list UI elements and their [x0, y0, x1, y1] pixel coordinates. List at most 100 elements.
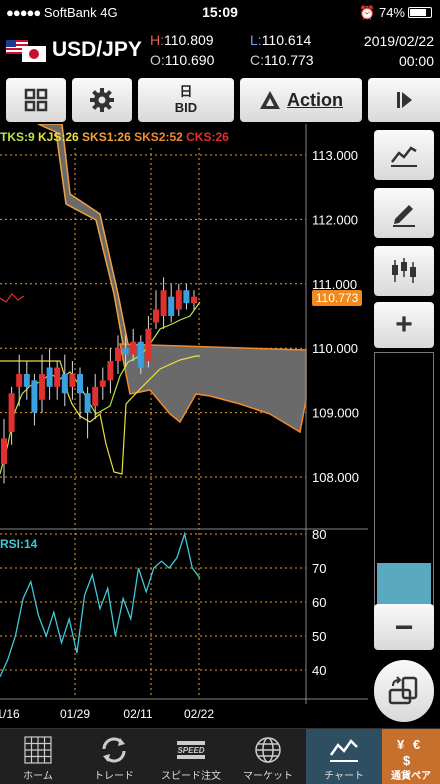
candle-body [16, 373, 23, 387]
candle-body [54, 367, 61, 387]
svg-text:$: $ [403, 753, 411, 768]
date-tick-label: 01/29 [60, 707, 90, 721]
legend-cks: CKS:26 [186, 130, 229, 144]
zoom-in-button[interactable]: + [374, 302, 434, 348]
rsi-tick-label: 40 [312, 663, 326, 678]
price-tick-label: 110.000 [312, 341, 358, 356]
date-tick-label: 1/16 [0, 707, 20, 721]
candle-body [99, 380, 106, 387]
candle-body [175, 290, 182, 310]
svg-text:¥: ¥ [397, 737, 405, 752]
chart-type-button[interactable] [374, 246, 434, 296]
line-chart-icon [391, 146, 417, 167]
candle-body [84, 393, 91, 413]
candle-body [191, 296, 197, 304]
status-bar: ●●●●● SoftBank 4G 15:09 ⏰ 74% [0, 0, 440, 24]
rsi-label: RSI:14 [0, 537, 38, 551]
speed-icon: SPEED [177, 741, 205, 759]
candle-body [168, 296, 175, 316]
chikou-line [0, 293, 25, 303]
candle-body [107, 361, 114, 381]
candle-body [130, 341, 137, 355]
nav-market[interactable]: マーケット [230, 729, 306, 784]
currency-pair[interactable]: USD/JPY [52, 38, 142, 62]
nav-speed-order[interactable]: SPEED スピード注文 [152, 729, 230, 784]
rsi-tick-label: 80 [312, 527, 326, 542]
chart-toolbar: 日 BID Action [0, 76, 440, 124]
usd-jpy-flag-icon [6, 40, 46, 62]
play-button[interactable] [368, 78, 440, 122]
price-tick-label: 113.000 [312, 148, 358, 163]
nav-currency-pair[interactable]: ¥ € $ 通貨ペア [382, 729, 440, 784]
indicator-button[interactable] [374, 130, 434, 180]
low-value: L:110.614 [250, 32, 312, 48]
globe-icon [255, 737, 281, 763]
quote-header: USD/JPY H:110.809 L:110.614 O:110.690 C:… [0, 24, 440, 74]
legend-sks1: SKS1:26 [82, 130, 131, 144]
pencil-icon [393, 205, 415, 227]
candle-body [31, 380, 38, 413]
candle-body [122, 348, 129, 355]
zoom-slider-thumb[interactable] [377, 563, 431, 607]
rotate-device-icon [388, 676, 418, 705]
candle-body [1, 438, 7, 465]
plus-icon: + [395, 308, 413, 341]
gear-icon [90, 88, 114, 112]
candle-body [8, 393, 15, 432]
minus-icon: − [394, 608, 414, 645]
high-value: H:110.809 [150, 32, 214, 48]
price-tick-label: 112.000 [312, 212, 358, 227]
action-button[interactable]: Action [240, 78, 362, 122]
bottom-navigation: ホーム トレード SPEED スピード注文 マーケット チャート ¥ € $ 通… [0, 728, 440, 784]
battery-icon [408, 7, 432, 18]
nav-home[interactable]: ホーム [0, 729, 76, 784]
rsi-tick-label: 70 [312, 561, 326, 576]
settings-button[interactable] [72, 78, 132, 122]
rotate-screen-button[interactable] [374, 660, 434, 722]
candles-icon [392, 258, 416, 283]
legend-kjs: KJS:26 [38, 130, 79, 144]
currency-pair-icon: ¥ € $ [397, 737, 420, 768]
candle-body [46, 367, 53, 387]
candle-body [145, 328, 152, 362]
candle-body [115, 348, 121, 362]
open-value: O:110.690 [150, 52, 215, 68]
skip-forward-icon [397, 92, 412, 108]
date-tick-label: 02/22 [184, 707, 214, 721]
draw-tool-button[interactable] [374, 188, 434, 238]
candle-body [61, 373, 68, 394]
zoom-slider[interactable] [374, 352, 434, 622]
price-tick-label: 109.000 [312, 406, 359, 421]
date-tick-label: 02/11 [123, 707, 152, 721]
nav-trade[interactable]: トレード [76, 729, 152, 784]
layout-button[interactable] [6, 78, 66, 122]
candle-body [160, 290, 167, 316]
trade-arrows-icon [102, 737, 126, 763]
candlestick-chart[interactable]: 113.000112.000111.000110.000109.000108.0… [0, 123, 368, 728]
legend-sks2: SKS2:52 [134, 130, 183, 144]
candle-body [69, 373, 76, 387]
candle-body [92, 386, 99, 407]
zoom-out-button[interactable]: − [374, 604, 434, 650]
bid-label: BID [174, 100, 198, 115]
price-tick-label: 108.000 [312, 470, 359, 485]
legend-tks: TKS:9 [0, 130, 35, 144]
action-triangle-icon [260, 91, 280, 109]
candle-body [183, 290, 190, 304]
chart-area[interactable]: 113.000 112.000 111.000 110.000 109.000 108.0… [0, 123, 368, 728]
svg-text:€: € [413, 737, 420, 752]
nav-chart[interactable]: チャート [306, 729, 382, 784]
indicator-legend: TKS:9 KJS:26 SKS1:26 SKS2:52 CKS:26 [0, 130, 229, 144]
grid-icon [24, 88, 48, 112]
rsi-tick-label: 60 [312, 595, 326, 610]
candle-body [137, 341, 144, 368]
close-value: C:110.773 [250, 52, 314, 68]
svg-text:SPEED: SPEED [177, 746, 204, 755]
chart-side-panel: + − [368, 124, 440, 728]
candle-body [77, 373, 83, 394]
rsi-line [0, 531, 201, 678]
timeframe-bid-button[interactable]: 日 BID [138, 78, 234, 122]
battery-status: ⏰ 74% [359, 5, 432, 21]
chart-icon [329, 739, 358, 762]
timeframe-label: 日 [179, 84, 193, 99]
